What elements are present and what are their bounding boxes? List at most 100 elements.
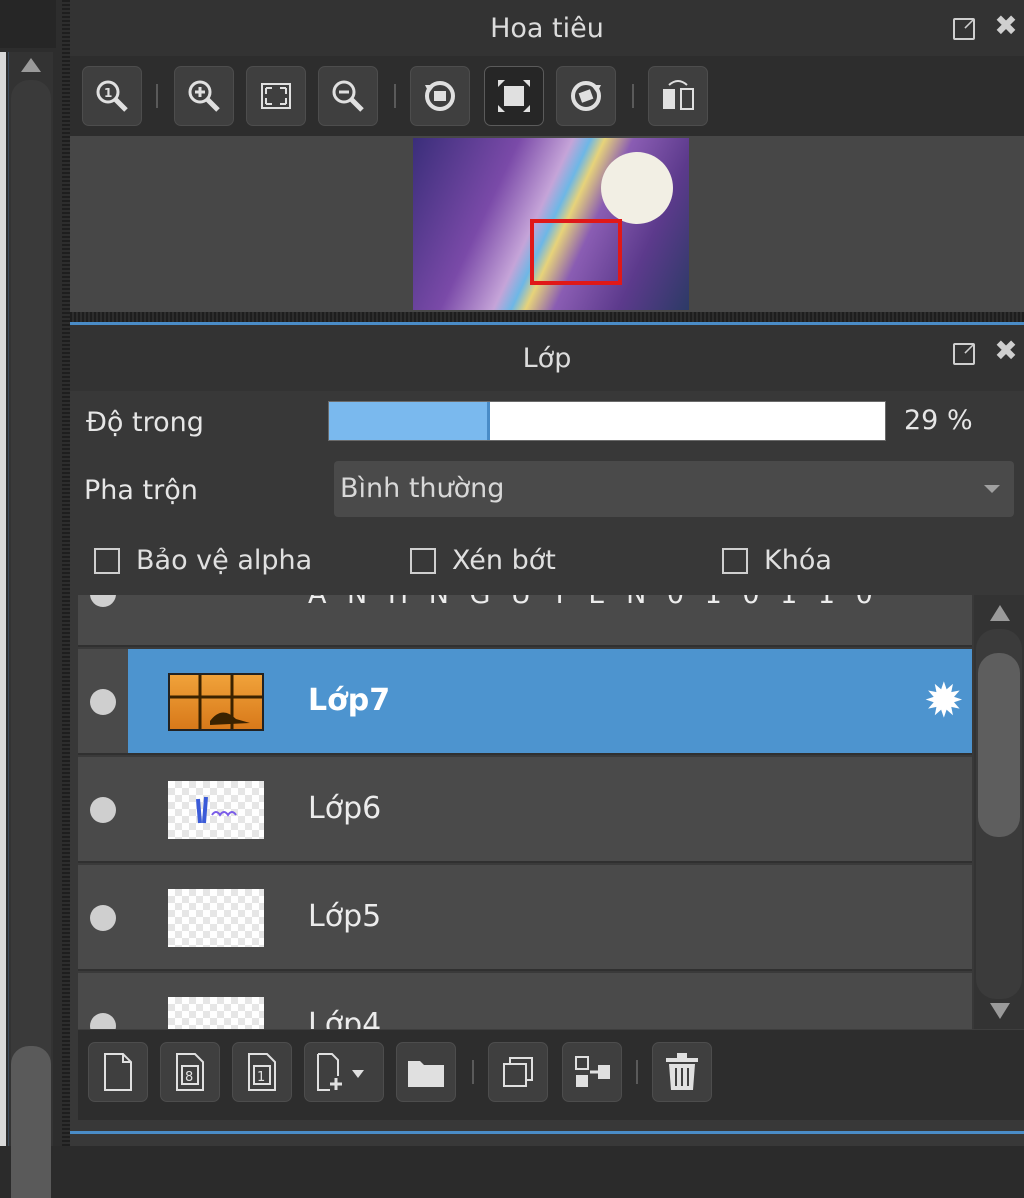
viewport-indicator[interactable] [530,219,622,285]
left-canvas-strip [0,0,62,1198]
canvas-scrollbar[interactable] [8,52,53,1198]
new-folder-button[interactable] [396,1042,456,1102]
layer-list-scrollbar[interactable] [974,595,1024,1029]
opacity-slider-fill [329,402,491,440]
panel-bottom-border [70,1131,1024,1134]
layer-list[interactable]: A N H N G U Y E N 0 1 0 1 1 0 Lớp7 ✹ Lớp… [78,595,972,1029]
fit-screen-button[interactable] [246,66,306,126]
new-8bit-layer-button[interactable]: 8 [160,1042,220,1102]
layer-name: Lớp4 [308,1007,382,1029]
rotate-left-button[interactable] [410,66,470,126]
new-layer-icon [104,1053,132,1091]
new-1bit-layer-icon: 1 [248,1053,276,1091]
popout-icon[interactable]: ↗ [950,12,978,40]
layer-row[interactable]: Lớp4 [78,973,972,1029]
scroll-thumb[interactable] [978,653,1020,837]
scroll-up-arrow-icon[interactable] [21,58,41,72]
visibility-icon[interactable] [90,595,116,607]
left-top-bar [0,0,56,48]
rotate-right-icon [571,81,601,111]
visibility-icon[interactable] [90,905,116,931]
panel-splitter[interactable] [70,312,1024,322]
svg-text:1: 1 [104,86,112,100]
navigator-toolbar: 1 [70,56,1024,136]
layer-thumbnail [168,997,264,1029]
lock-label: Khóa [764,545,832,576]
toolbar-separator [156,84,158,108]
visibility-icon[interactable] [90,797,116,823]
rotate-right-button[interactable] [556,66,616,126]
layers-header: Lớp ↗ ✖ [70,325,1024,391]
canvas-edge [0,52,6,1146]
scroll-up-arrow-icon[interactable] [990,605,1010,621]
opacity-value: 29 % [904,405,973,436]
layer-thumbnail [168,781,264,839]
toolbar-separator [632,84,634,108]
panel-splitter[interactable] [62,0,70,1146]
toolbar-separator [472,1060,474,1084]
layers-panel: Lớp ↗ ✖ Độ trong 29 % Pha trộn Bình thườ… [70,322,1024,1146]
new-1bit-layer-button[interactable]: 1 [232,1042,292,1102]
layers-bottom-toolbar: 8 1 [78,1029,1024,1120]
navigator-title: Hoa tiêu [490,12,604,44]
layer-row[interactable]: Lớp7 ✹ [78,649,972,755]
fit-canvas-icon [498,80,530,112]
layer-row[interactable]: Lớp6 [78,757,972,863]
scroll-thumb[interactable] [11,1046,51,1198]
merge-icon [575,1056,610,1087]
add-layer-dropdown-button[interactable] [304,1042,384,1102]
lock-checkbox[interactable]: Khóa [722,545,832,576]
zoom-in-button[interactable] [174,66,234,126]
visibility-icon[interactable] [90,1013,116,1029]
zoom-actual-icon: 1 [96,80,128,112]
blend-mode-value: Bình thường [340,473,505,504]
zoom-out-icon [332,80,364,112]
folder-icon [408,1061,444,1087]
gear-icon[interactable]: ✹ [924,677,964,725]
protect-alpha-checkbox[interactable]: Bảo vệ alpha [94,545,312,576]
layer-name: Lớp6 [308,791,382,826]
zoom-out-button[interactable] [318,66,378,126]
opacity-label: Độ trong [86,407,204,438]
fit-canvas-button[interactable] [484,66,544,126]
clip-checkbox[interactable]: Xén bớt [410,545,556,576]
toolbar-separator [636,1060,638,1084]
checkbox-box[interactable] [410,547,436,574]
layer-row[interactable]: A N H N G U Y E N 0 1 0 1 1 0 [78,595,972,647]
merge-layer-button[interactable] [562,1042,622,1102]
checkbox-box[interactable] [94,547,120,574]
zoom-in-icon [188,80,220,112]
trash-icon [666,1053,698,1090]
close-icon[interactable]: ✖ [992,337,1020,365]
layers-title: Lớp [522,342,572,374]
text-artwork-icon [196,796,237,824]
flip-horizontal-icon [663,80,694,110]
visibility-icon[interactable] [90,689,116,715]
canvas-thumbnail[interactable] [413,138,689,310]
layer-thumbnail [168,673,264,731]
moon-artwork [601,152,673,224]
scroll-down-arrow-icon[interactable] [990,1003,1010,1019]
delete-layer-button[interactable] [652,1042,712,1102]
zoom-actual-button[interactable]: 1 [82,66,142,126]
rotate-left-icon [425,81,455,111]
fit-screen-icon [261,83,291,109]
blend-mode-select[interactable]: Bình thường [334,461,1014,517]
checkbox-box[interactable] [722,547,748,574]
layer-name: Lớp7 [308,683,391,718]
navigator-preview-area[interactable] [70,136,1024,312]
flip-horizontal-button[interactable] [648,66,708,126]
layer-name: Lớp5 [308,899,382,934]
clip-label: Xén bớt [452,545,556,576]
scroll-track[interactable] [11,80,51,1140]
window-artwork-icon [170,675,262,729]
new-layer-button[interactable] [88,1042,148,1102]
navigator-header: Hoa tiêu ↗ ✖ [70,0,1024,56]
protect-alpha-label: Bảo vệ alpha [136,545,313,576]
navigator-panel: Hoa tiêu ↗ ✖ 1 [70,0,1024,322]
popout-icon[interactable]: ↗ [950,337,978,365]
duplicate-layer-button[interactable] [488,1042,548,1102]
opacity-slider[interactable] [328,401,886,441]
close-icon[interactable]: ✖ [992,12,1020,40]
layer-row[interactable]: Lớp5 [78,865,972,971]
